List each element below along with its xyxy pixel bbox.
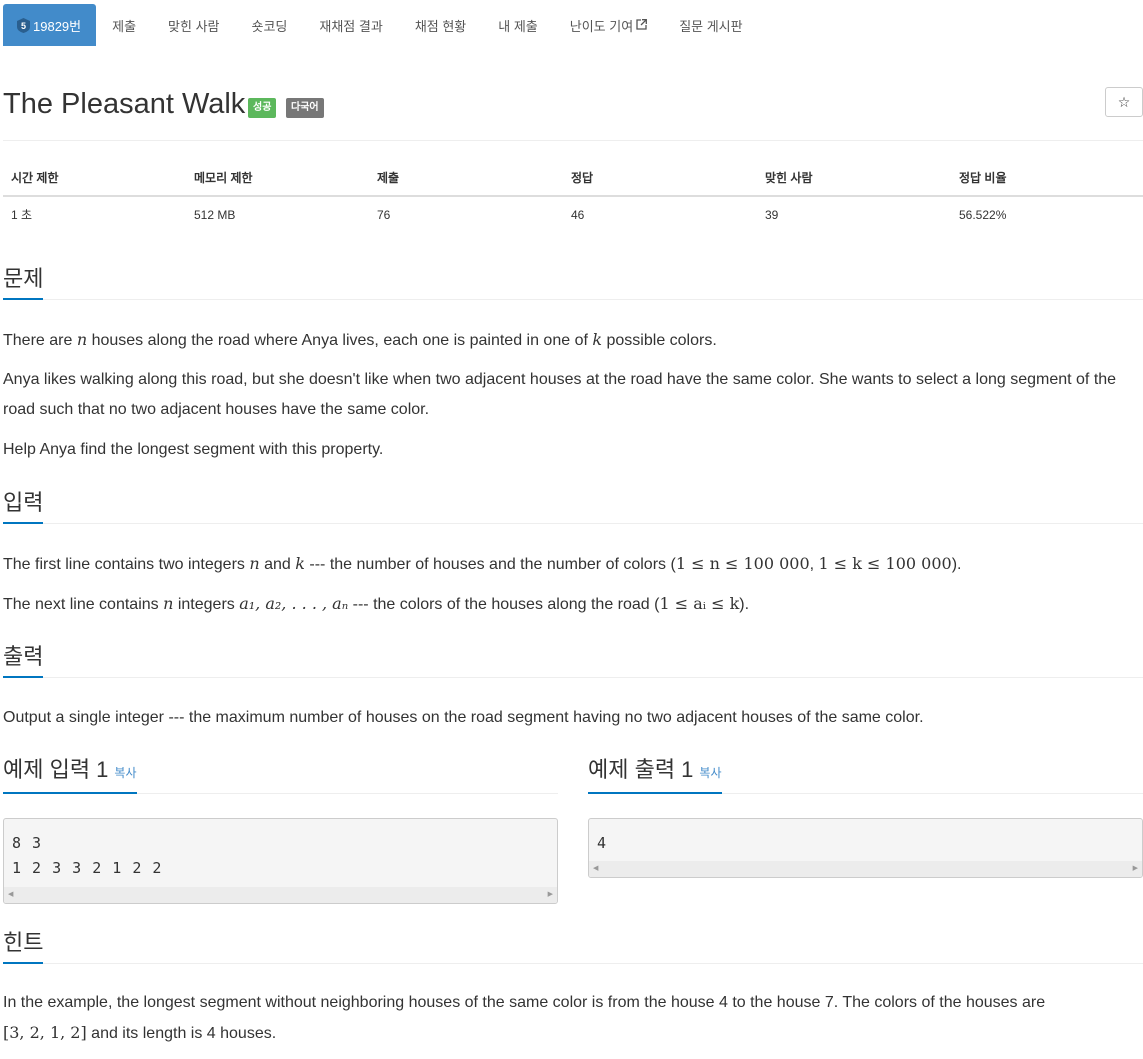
tab-question-board[interactable]: 질문 게시판: [663, 4, 758, 46]
math-expression: [3, 2, 1, 2]: [3, 1023, 87, 1042]
sample-output-header: 예제 출력 1 복사: [588, 757, 1143, 794]
text-segment: --- the number of houses and the number …: [304, 556, 676, 573]
math-expression: a₁, a₂, . . . , aₙ: [239, 594, 349, 613]
math-var: n: [163, 594, 174, 613]
page-title: The Pleasant Walk: [3, 88, 246, 120]
text-segment: houses along the road where Anya lives, …: [87, 332, 593, 349]
star-icon: ☆: [1117, 93, 1131, 110]
scroll-right-icon[interactable]: ▶: [548, 890, 553, 898]
tab-rejudge-results[interactable]: 재채점 결과: [303, 4, 398, 46]
tab-short-coding[interactable]: 숏코딩: [236, 4, 304, 46]
hint-description-1: In the example, the longest segment with…: [3, 994, 1046, 1011]
math-expression: 1 ≤ aᵢ ≤ k: [659, 594, 740, 613]
problem-description-1: There are n houses along the road where …: [3, 325, 1139, 356]
sample-output-title: 예제 출력 1: [588, 757, 694, 782]
svg-text:5: 5: [21, 21, 26, 31]
language-badge[interactable]: 다국어: [286, 98, 324, 118]
value-solved-users: 39: [765, 207, 779, 222]
sample-output-text: 4: [597, 834, 608, 852]
output-description: Output a single integer --- the maximum …: [3, 709, 924, 726]
output-section-header: 출력: [3, 641, 1143, 678]
text-segment: There are: [3, 332, 77, 349]
info-header-row: 시간 제한 메모리 제한 제출 정답 맞힌 사람 정답 비율: [3, 160, 1143, 197]
value-accepted: 46: [571, 207, 585, 222]
value-memory-limit: 512 MB: [194, 207, 236, 222]
problem-description-2: Anya likes walking along this road, but …: [3, 371, 1117, 418]
math-var: n: [76, 330, 88, 349]
math-var: k: [295, 554, 305, 573]
text-segment: possible colors.: [602, 332, 717, 349]
favorite-star-button[interactable]: ☆: [1105, 87, 1143, 117]
header-accepted: 정답: [563, 160, 757, 197]
tab-judge-status[interactable]: 채점 현황: [399, 4, 482, 46]
hint-heading: 힌트: [3, 929, 44, 964]
text-segment: integers: [173, 596, 240, 613]
sample-output-box[interactable]: 4 ◀ ▶: [588, 818, 1143, 878]
tab-solved-users[interactable]: 맞힌 사람: [152, 4, 235, 46]
value-submissions: 76: [377, 207, 391, 222]
text-segment: and: [259, 556, 296, 573]
math-var: k: [592, 330, 603, 349]
text-segment: The next line contains: [3, 596, 164, 613]
scroll-left-icon[interactable]: ◀: [8, 890, 13, 898]
info-value-row: 1 초 512 MB 76 46 39 56.522%: [3, 196, 1143, 232]
math-expression: 1 ≤ n ≤ 100 000: [675, 554, 810, 573]
input-section-header: 입력: [3, 487, 1143, 524]
problem-info-table: 시간 제한 메모리 제한 제출 정답 맞힌 사람 정답 비율 1 초 512 M…: [3, 160, 1143, 232]
tab-submit[interactable]: 제출: [96, 4, 152, 46]
problem-nav-tabs: 5 19829번 제출 맞힌 사람 숏코딩 재채점 결과 채점 현황 내 제출 …: [3, 4, 759, 46]
text-segment: ).: [739, 596, 750, 613]
input-description-2: The next line contains n integers a₁, a₂…: [3, 589, 1139, 620]
scroll-left-icon[interactable]: ◀: [593, 864, 598, 872]
problem-heading: 문제: [3, 265, 44, 300]
input-description-1: The first line contains two integers n a…: [3, 549, 1139, 580]
external-link-icon: [636, 18, 648, 33]
header-solved-users: 맞힌 사람: [757, 160, 951, 197]
header-accept-ratio: 정답 비율: [951, 160, 1143, 197]
horizontal-scrollbar[interactable]: ◀ ▶: [589, 861, 1142, 877]
tier-badge-icon: 5: [17, 17, 30, 33]
tab-my-submissions[interactable]: 내 제출: [482, 4, 554, 46]
header-time-limit: 시간 제한: [3, 160, 186, 197]
text-segment: The first line contains two integers: [3, 556, 250, 573]
input-heading: 입력: [3, 489, 44, 524]
text-segment: --- the colors of the houses along the r…: [348, 596, 660, 613]
tab-problem-label: 19829번: [33, 18, 82, 34]
header-memory-limit: 메모리 제한: [186, 160, 369, 197]
header-submissions: 제출: [369, 160, 563, 197]
hint-section-header: 힌트: [3, 927, 1143, 964]
tab-difficulty-contribution[interactable]: 난이도 기여: [554, 4, 663, 46]
sample-input-header: 예제 입력 1 복사: [3, 757, 558, 794]
sample-input-heading: 예제 입력 1 복사: [3, 756, 137, 794]
value-time-limit: 1 초: [11, 208, 33, 222]
problem-description-3: Help Anya find the longest segment with …: [3, 441, 384, 458]
output-heading: 출력: [3, 643, 44, 678]
math-var: n: [249, 554, 260, 573]
math-expression: 1 ≤ k ≤ 100 000: [818, 554, 952, 573]
copy-input-button[interactable]: 복사: [114, 766, 136, 780]
copy-output-button[interactable]: 복사: [699, 766, 721, 780]
value-accept-ratio: 56.522%: [959, 207, 1007, 222]
sample-input-text: 8 3 1 2 3 3 2 1 2 2: [12, 834, 163, 877]
sample-input-title: 예제 입력 1: [3, 757, 109, 782]
text-segment: ,: [809, 556, 819, 573]
sample-output-heading: 예제 출력 1 복사: [588, 756, 722, 794]
text-segment: ).: [951, 556, 962, 573]
tab-difficulty-label: 난이도 기여: [569, 18, 634, 34]
tab-problem[interactable]: 5 19829번: [3, 4, 97, 46]
status-badge: 성공: [248, 98, 277, 118]
text-segment: and its length is 4 houses.: [86, 1025, 277, 1042]
sample-input-box[interactable]: 8 3 1 2 3 3 2 1 2 2 ◀ ▶: [3, 818, 558, 904]
problem-title-row: The Pleasant Walk 성공 다국어 ☆: [3, 84, 1143, 141]
scroll-right-icon[interactable]: ▶: [1133, 864, 1138, 872]
problem-section-header: 문제: [3, 263, 1143, 300]
hint-description-2: [3, 2, 1, 2] and its length is 4 houses.: [3, 1018, 1139, 1049]
horizontal-scrollbar[interactable]: ◀ ▶: [4, 887, 557, 903]
